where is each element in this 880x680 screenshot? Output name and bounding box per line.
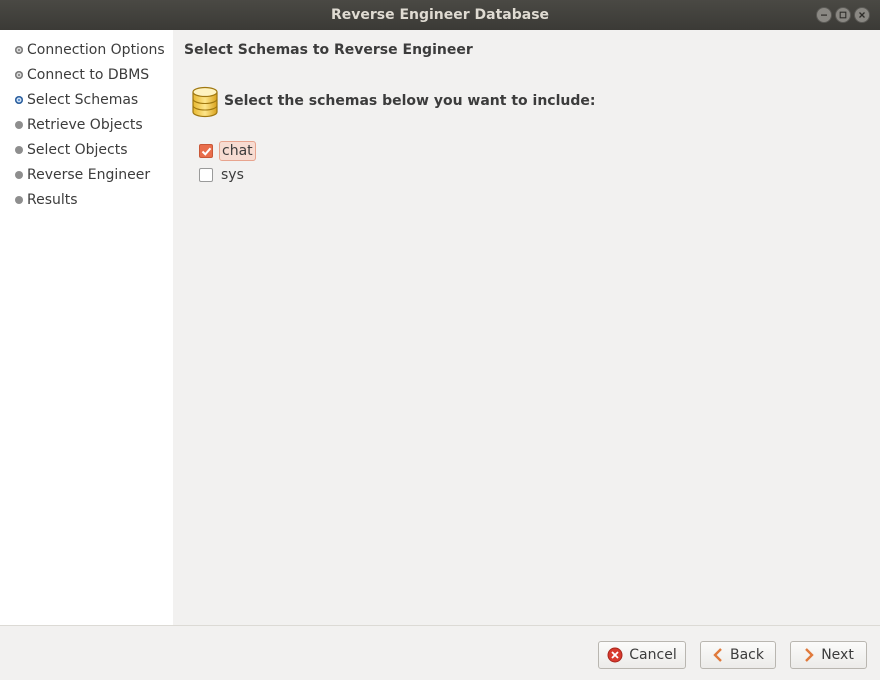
step-label: Connection Options xyxy=(27,42,165,58)
step-pending-icon xyxy=(15,121,23,129)
window-titlebar[interactable]: Reverse Engineer Database xyxy=(0,0,880,30)
schema-checkbox[interactable] xyxy=(199,168,213,182)
cancel-button[interactable]: Cancel xyxy=(598,641,686,669)
step-label: Connect to DBMS xyxy=(27,67,150,83)
back-button[interactable]: Back xyxy=(700,641,776,669)
schema-label[interactable]: chat xyxy=(219,141,256,161)
window-title: Reverse Engineer Database xyxy=(330,7,550,23)
step-pending-icon xyxy=(15,146,23,154)
step-pending-icon xyxy=(15,171,23,179)
back-label: Back xyxy=(730,647,764,663)
chevron-right-icon xyxy=(805,648,814,662)
wizard-page: Select Schemas to Reverse Engineer Selec… xyxy=(173,30,880,625)
step-select-schemas: Select Schemas xyxy=(15,90,138,110)
database-icon xyxy=(192,86,218,118)
minimize-button[interactable] xyxy=(816,7,832,23)
window-controls xyxy=(816,7,870,23)
schema-label[interactable]: sys xyxy=(219,166,246,184)
schema-item-chat[interactable]: chat xyxy=(199,140,256,162)
step-label: Select Objects xyxy=(27,142,128,158)
minimize-icon xyxy=(821,14,827,16)
step-label: Results xyxy=(27,192,78,208)
schema-item-sys[interactable]: sys xyxy=(199,164,246,186)
button-bar: Cancel Back Next xyxy=(0,625,880,680)
chevron-left-icon xyxy=(713,648,722,662)
maximize-icon xyxy=(839,11,847,19)
maximize-button[interactable] xyxy=(835,7,851,23)
step-retrieve-objects: Retrieve Objects xyxy=(15,115,143,135)
step-reverse-engineer: Reverse Engineer xyxy=(15,165,150,185)
step-label: Reverse Engineer xyxy=(27,167,151,183)
next-label: Next xyxy=(821,647,854,663)
step-connect-to-dbms: Connect to DBMS xyxy=(15,65,149,85)
cancel-label: Cancel xyxy=(629,647,677,663)
close-button[interactable] xyxy=(854,7,870,23)
page-title: Select Schemas to Reverse Engineer xyxy=(184,42,473,58)
step-done-icon xyxy=(15,46,23,54)
close-icon xyxy=(859,12,865,18)
checkmark-icon xyxy=(201,147,211,156)
cancel-icon xyxy=(607,647,623,663)
step-pending-icon xyxy=(15,196,23,204)
step-select-objects: Select Objects xyxy=(15,140,128,160)
step-results: Results xyxy=(15,190,78,210)
schema-checkbox[interactable] xyxy=(199,144,213,158)
step-label: Retrieve Objects xyxy=(27,117,143,133)
step-current-icon xyxy=(15,96,23,104)
step-done-icon xyxy=(15,71,23,79)
instruction-text: Select the schemas below you want to inc… xyxy=(224,93,596,109)
step-label: Select Schemas xyxy=(27,92,139,108)
step-connection-options: Connection Options xyxy=(15,40,165,60)
wizard-steps-sidebar: Connection Options Connect to DBMS Selec… xyxy=(0,30,173,625)
next-button[interactable]: Next xyxy=(790,641,867,669)
